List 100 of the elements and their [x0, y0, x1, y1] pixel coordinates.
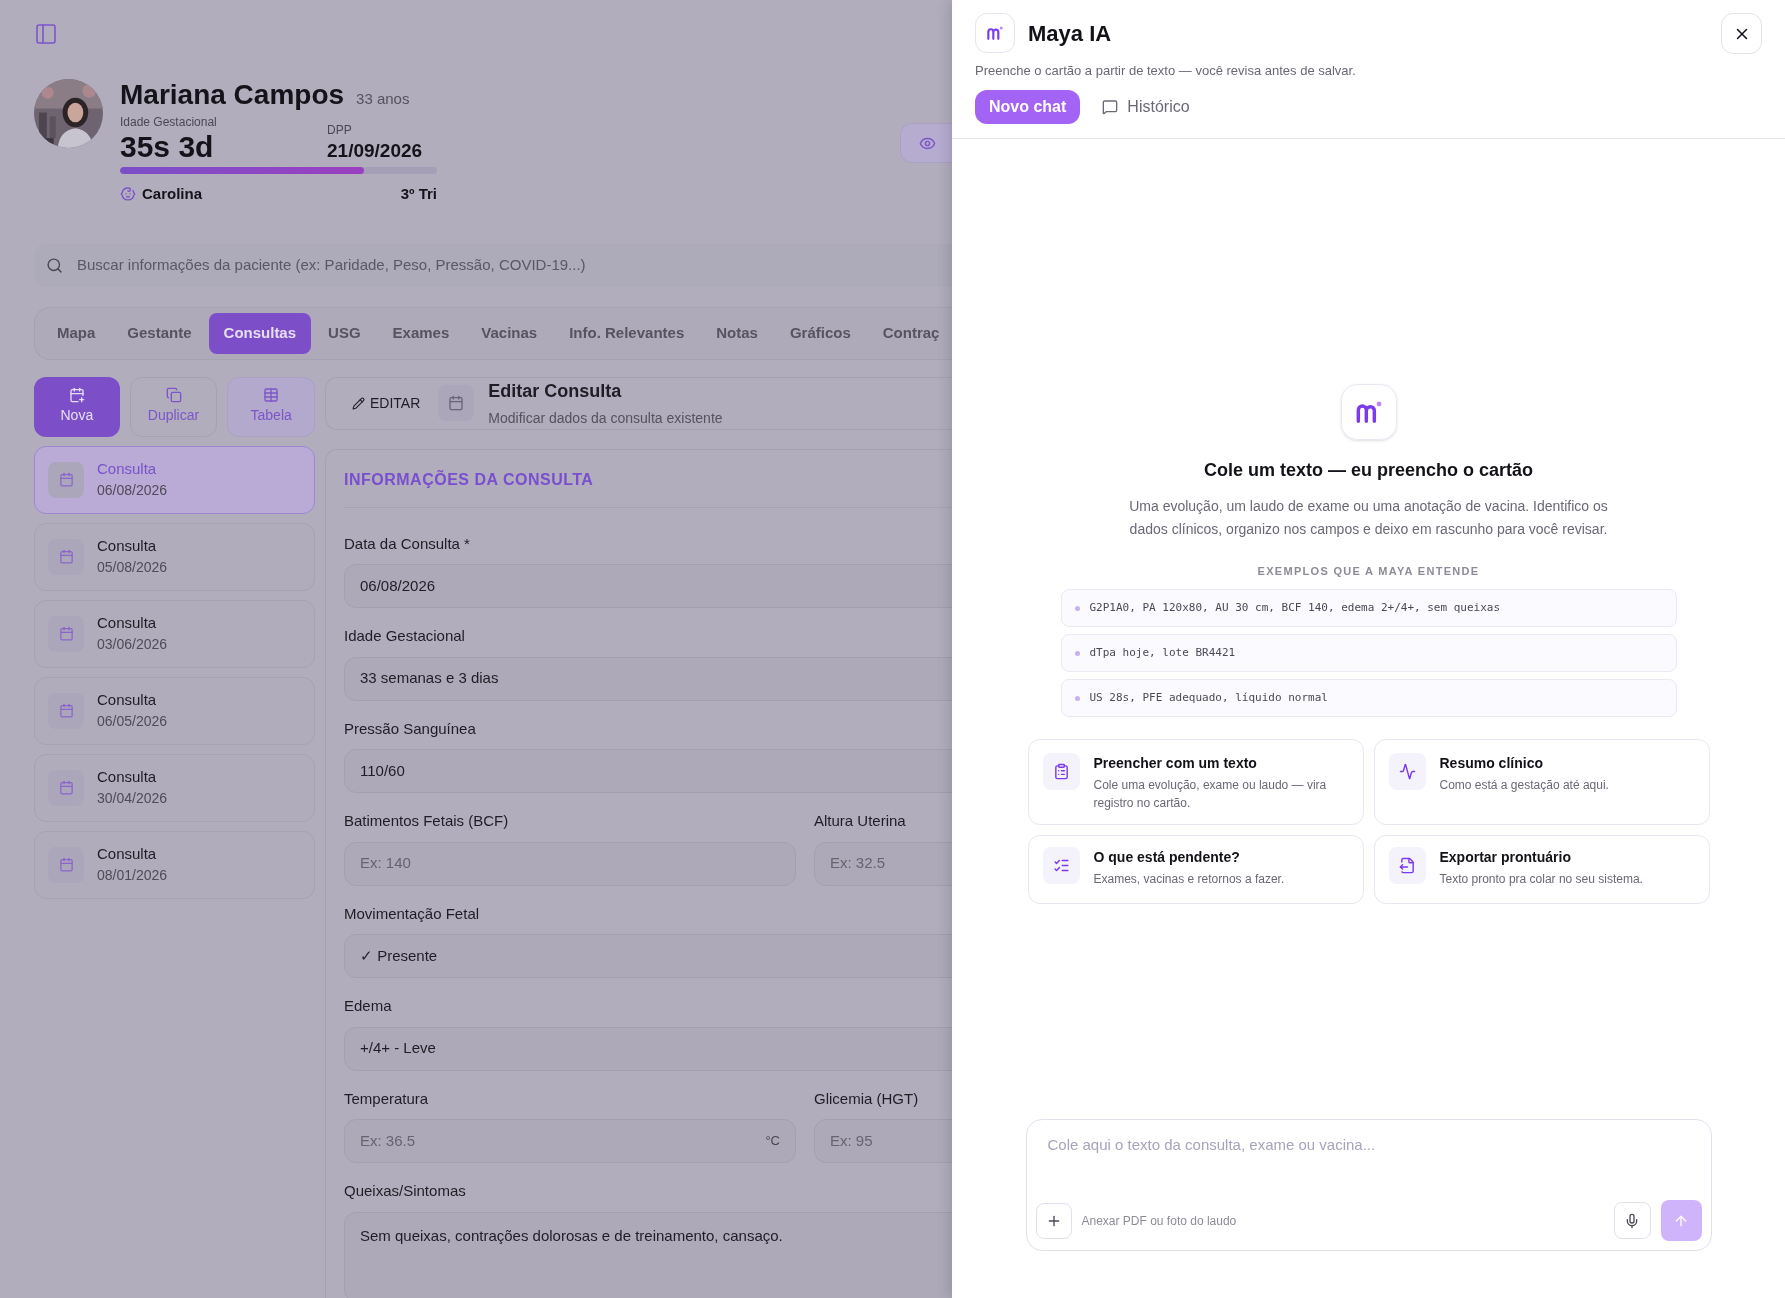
example-chip[interactable]: dTpa hoje, lote BR4421: [1060, 634, 1677, 672]
calendar-plus-icon: [68, 387, 85, 403]
example-text: dTpa hoje, lote BR4421: [1089, 644, 1236, 661]
input-field[interactable]: +/4+ - Leve: [344, 1026, 952, 1071]
suggestion-title: Exportar prontuário: [1439, 848, 1572, 867]
chat-tab[interactable]: Novo chat: [975, 89, 1081, 124]
edit-button[interactable]: EDITAR: [348, 387, 425, 419]
input-field[interactable]: ✓ Presente: [344, 934, 952, 978]
suggestion-title: Resumo clínico: [1439, 754, 1544, 773]
consultation-date: 05/08/2026: [97, 558, 168, 578]
example-text: US 28s, PFE adequado, líquido normal: [1089, 689, 1328, 706]
unit-label: °C: [765, 1132, 780, 1151]
tab[interactable]: Info. Relevantes: [554, 312, 700, 354]
gestational-age-label: Idade Gestacional: [120, 114, 217, 131]
search-icon: [46, 256, 63, 274]
tab[interactable]: Contraç: [867, 312, 952, 354]
consultation-title: Consulta: [97, 689, 158, 710]
action-button[interactable]: Nova: [34, 376, 120, 437]
suggestion-title: O que está pendente?: [1093, 848, 1241, 867]
input-field[interactable]: 33 semanas e 3 dias: [344, 656, 952, 701]
pencil-icon: [352, 396, 365, 410]
sidebar-toggle-icon[interactable]: [34, 22, 58, 46]
suggestion-card[interactable]: Preencher com um texto Cole uma evolução, exame ou laudo — vira registro no cartão.: [1027, 739, 1364, 825]
tab[interactable]: USG: [313, 312, 376, 354]
input-field[interactable]: Ex: 95: [814, 1119, 952, 1163]
bullet-icon: [1074, 695, 1080, 701]
pulse-icon: [1398, 763, 1416, 780]
consultation-item[interactable]: Consulta 30/04/2026: [34, 753, 315, 822]
baby-icon: [120, 186, 136, 203]
patient-age: 33 anos: [356, 89, 410, 109]
field-label: Queixas/Sintomas: [344, 1181, 467, 1201]
consultation-title: Consulta: [97, 766, 158, 787]
input-field[interactable]: Ex: 32.5: [814, 841, 952, 886]
hero-text: Uma evolução, um laudo de exame ou uma anotação de vacina. Identifico os dados clínicos, organizo nos campos e deixo em rascunho para você revisar.: [1128, 496, 1609, 539]
field-label: Temperatura: [344, 1088, 430, 1109]
bullet-icon: [1074, 650, 1080, 656]
input-field[interactable]: Ex: 36.5 °C: [344, 1119, 796, 1163]
field-label: Idade Gestacional: [344, 626, 466, 646]
field-label: Data da Consulta *: [344, 533, 471, 554]
example-chip[interactable]: US 28s, PFE adequado, líquido normal: [1060, 679, 1677, 717]
tab[interactable]: Consultas: [208, 312, 312, 354]
field-label: Movimentação Fetal: [344, 903, 481, 924]
calendar-icon: [58, 857, 74, 872]
attach-label: Anexar PDF ou foto do laudo: [1081, 1212, 1238, 1230]
gestational-age: 35s 3d: [120, 131, 215, 163]
action-button[interactable]: Duplicar: [129, 376, 218, 437]
field-label: Batimentos Fetais (BCF): [344, 811, 510, 831]
suggestion-card[interactable]: Exportar prontuário Texto pronto pra colar no seu sistema.: [1373, 835, 1710, 904]
composer-placeholder: Cole aqui o texto da consulta, exame ou vacina...: [1046, 1135, 1377, 1155]
hero-title: Cole um texto — eu preencho o cartão: [1203, 458, 1534, 482]
text-area[interactable]: Sem queixas, contrações dolorosas e de treinamento, cansaço.: [344, 1211, 952, 1298]
tab[interactable]: Mapa: [42, 312, 111, 354]
input-field[interactable]: 110/60: [344, 749, 952, 793]
close-button[interactable]: [1721, 13, 1762, 54]
dpp-label: DPP: [327, 122, 353, 139]
input-field[interactable]: 06/08/2026: [344, 564, 952, 608]
consultation-date: 08/01/2026: [97, 866, 168, 886]
example-chip[interactable]: G2P1A0, PA 120x80, AU 30 cm, BCF 140, edema 2+/4+, sem queixas: [1060, 589, 1677, 627]
clipboard-icon: [1052, 763, 1070, 780]
calendar-icon: [58, 780, 74, 795]
consultation-item[interactable]: Consulta 08/01/2026: [34, 830, 315, 899]
calendar-icon: [58, 549, 74, 564]
tab[interactable]: Exames: [377, 312, 465, 354]
tab[interactable]: Vacinas: [466, 312, 553, 354]
consultation-item[interactable]: Consulta 06/08/2026: [34, 445, 315, 514]
view-button[interactable]: [900, 123, 952, 163]
suggestion-card[interactable]: O que está pendente? Exames, vacinas e retornos a fazer.: [1027, 835, 1364, 904]
tab[interactable]: Gráficos: [774, 312, 866, 354]
trimester: 3º Tri: [400, 184, 437, 204]
baby-name: Carolina: [142, 184, 202, 204]
consultation-item[interactable]: Consulta 03/06/2026: [34, 599, 315, 668]
suggestion-card[interactable]: Resumo clínico Como está a gestação até aqui.: [1373, 739, 1710, 825]
suggestion-text: Texto pronto pra colar no seu sistema.: [1439, 871, 1644, 888]
input-field[interactable]: Ex: 140: [344, 841, 796, 886]
calendar-icon: [58, 472, 74, 487]
tab[interactable]: Notas: [701, 312, 773, 354]
search-field[interactable]: Buscar informações da paciente (ex: Paridade, Peso, Pressão, COVID-19...): [34, 243, 952, 287]
section-title: INFORMAÇÕES DA CONSULTA: [344, 470, 594, 488]
suggestion-text: Como está a gestação até aqui.: [1439, 777, 1610, 794]
tab[interactable]: Gestante: [112, 312, 207, 354]
calendar-icon: [58, 703, 74, 718]
editor-title: Editar Consulta: [488, 379, 623, 403]
action-button[interactable]: Tabela: [227, 376, 315, 437]
copy-icon: [165, 387, 182, 403]
attach-button[interactable]: [1035, 1202, 1072, 1239]
examples-label: EXEMPLOS QUE A MAYA ENTENDE: [1257, 563, 1480, 579]
composer[interactable]: Cole aqui o texto da consulta, exame ou vacina... Anexar PDF ou foto do laudo: [1025, 1119, 1712, 1251]
chat-tab[interactable]: Histórico: [1100, 89, 1192, 124]
consultation-item[interactable]: Consulta 05/08/2026: [34, 522, 315, 591]
editor-subtitle: Modificar dados da consulta existente: [488, 408, 723, 428]
dpp-date: 21/09/2026: [327, 139, 424, 163]
consultation-item[interactable]: Consulta 06/05/2026: [34, 676, 315, 745]
microphone-button[interactable]: [1613, 1202, 1651, 1239]
suggestion-text: Exames, vacinas e retornos a fazer.: [1093, 871, 1286, 888]
checklist-icon: [1052, 857, 1070, 874]
chat-bubble-icon: [1102, 98, 1119, 115]
consultation-date: 06/08/2026: [97, 481, 168, 501]
calendar-icon: [58, 626, 74, 641]
suggestion-title: Preencher com um texto: [1093, 754, 1258, 773]
assistant-title: Maya IA: [1028, 19, 1112, 48]
